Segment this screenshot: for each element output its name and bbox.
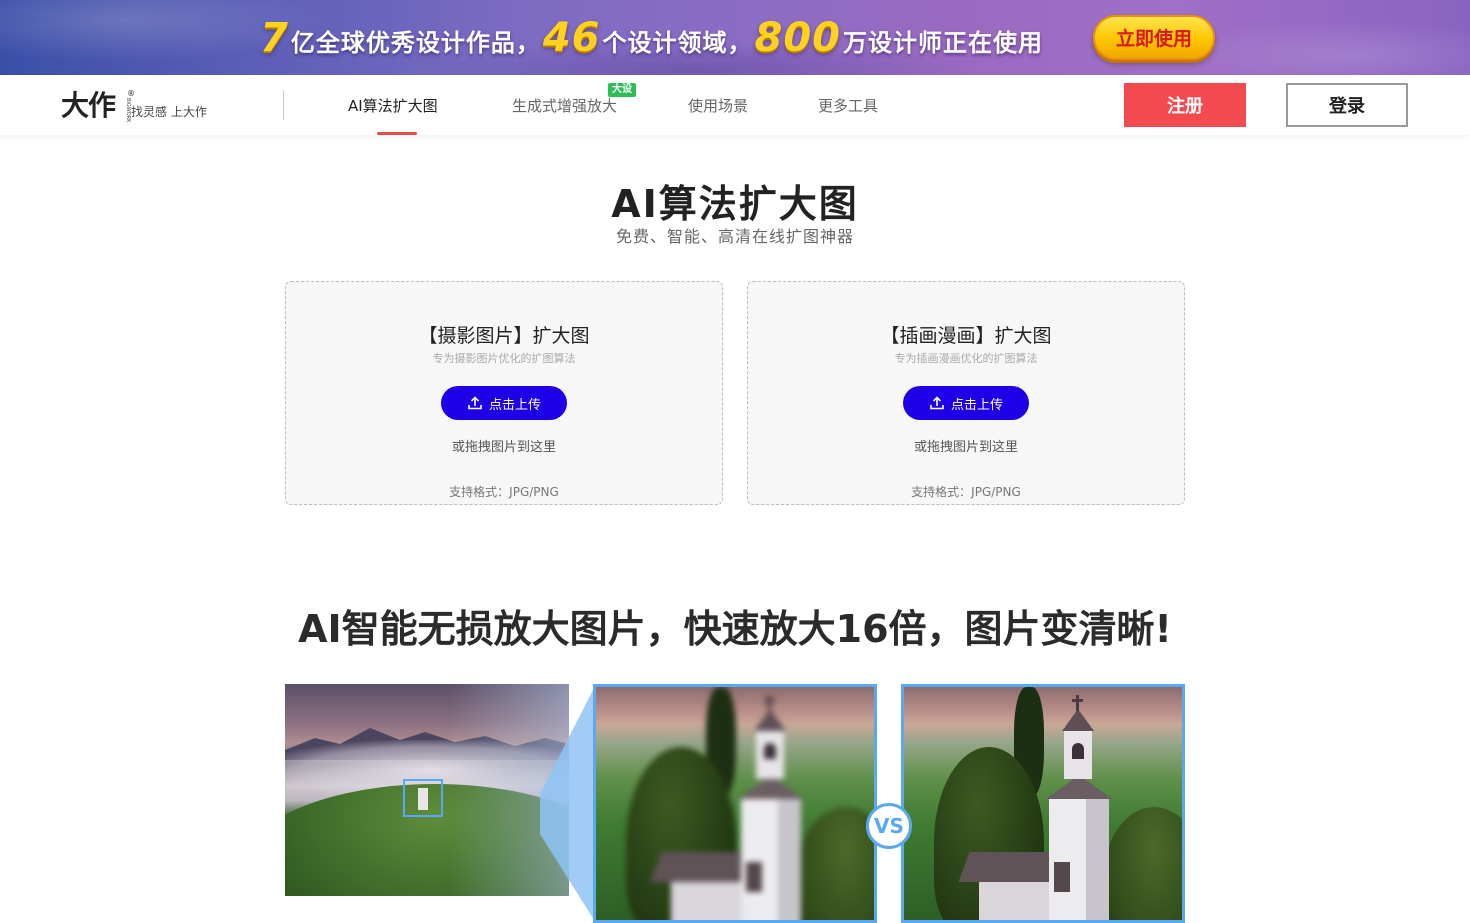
format-hint: 支持格式：JPG/PNG [911,485,1021,499]
banner-text: 7 亿全球优秀设计作品， 46 个设计领域， 800 万设计师正在使用 [258,12,1043,64]
register-button[interactable]: 注册 [1124,83,1246,127]
promo-banner[interactable]: 7 亿全球优秀设计作品， 46 个设计领域， 800 万设计师正在使用 立即使用 [0,0,1470,75]
banner-number-fields: 46 [542,15,601,61]
drag-hint: 或拖拽图片到这里 [913,440,1018,455]
feature-title: AI智能无损放大图片，快速放大16倍，图片变清晰! [298,607,1172,651]
logo-slogan: 找灵感 上大作 [131,105,207,119]
upload-button[interactable]: 点击上传 [903,386,1029,420]
zoom-projection [540,684,596,923]
logo-wordmark: 大作 [61,89,116,122]
upload-card-illustration[interactable]: 【插画漫画】扩大图 专为插画漫画优化的扩图算法 点击上传 或拖拽图片到这里 支持… [747,281,1185,505]
banner-text-fields: 个设计领域， [602,29,753,57]
church-scene-blurry [596,687,874,920]
logo[interactable]: 大作 ® BIGWORK 找灵感 上大作 [61,89,207,123]
landscape-photo [285,684,569,896]
nav-item-ai-expand[interactable]: AI算法扩大图 [348,75,438,135]
church-scene-sharp [904,687,1182,920]
nav-item-label: AI算法扩大图 [348,97,438,115]
nav-item-more-tools[interactable]: 更多工具 [818,75,878,135]
zoom-selection-box [403,779,443,817]
nav-item-use-cases[interactable]: 使用场景 [688,75,748,135]
banner-text-designers: 万设计师正在使用 [843,29,1044,57]
login-button[interactable]: 登录 [1286,83,1408,127]
banner-text-works: 亿全球优秀设计作品， [290,29,541,57]
vs-badge: VS [866,803,912,849]
after-image [901,684,1185,923]
logo-side-text: BIGWORK [125,98,131,123]
upload-icon [468,396,482,410]
page-subtitle: 免费、智能、高清在线扩图神器 [615,227,854,246]
card-description: 专为插画漫画优化的扩图算法 [894,352,1038,365]
banner-number-works: 7 [260,15,289,61]
card-description: 专为摄影图片优化的扩图算法 [432,352,576,365]
nav-item-label: 使用场景 [688,97,749,115]
upload-icon [930,396,944,410]
drag-hint: 或拖拽图片到这里 [451,440,556,455]
use-now-button[interactable]: 立即使用 [1093,15,1215,60]
registered-mark: ® [127,89,135,98]
nav-item-label: 生成式增强放大 [512,97,618,115]
card-title: 【摄影图片】扩大图 [418,325,590,347]
card-title: 【插画漫画】扩大图 [880,325,1052,347]
active-underline [377,132,417,135]
banner-number-designers: 800 [754,15,842,61]
top-nav: 大作 ® BIGWORK 找灵感 上大作 AI算法扩大图 生成式增强放大 大设 … [0,75,1470,135]
upload-button-label: 点击上传 [488,397,541,413]
nav-badge: 大设 [608,83,636,97]
upload-button-label: 点击上传 [950,397,1003,413]
nav-item-generative-upscale[interactable]: 生成式增强放大 [512,75,617,135]
upload-button[interactable]: 点击上传 [441,386,567,420]
format-hint: 支持格式：JPG/PNG [449,485,559,499]
page-title: AI算法扩大图 [611,182,859,226]
nav-divider [283,90,284,120]
before-image [593,684,877,923]
nav-item-label: 更多工具 [818,97,879,115]
upload-card-photo[interactable]: 【摄影图片】扩大图 专为摄影图片优化的扩图算法 点击上传 或拖拽图片到这里 支持… [285,281,723,505]
